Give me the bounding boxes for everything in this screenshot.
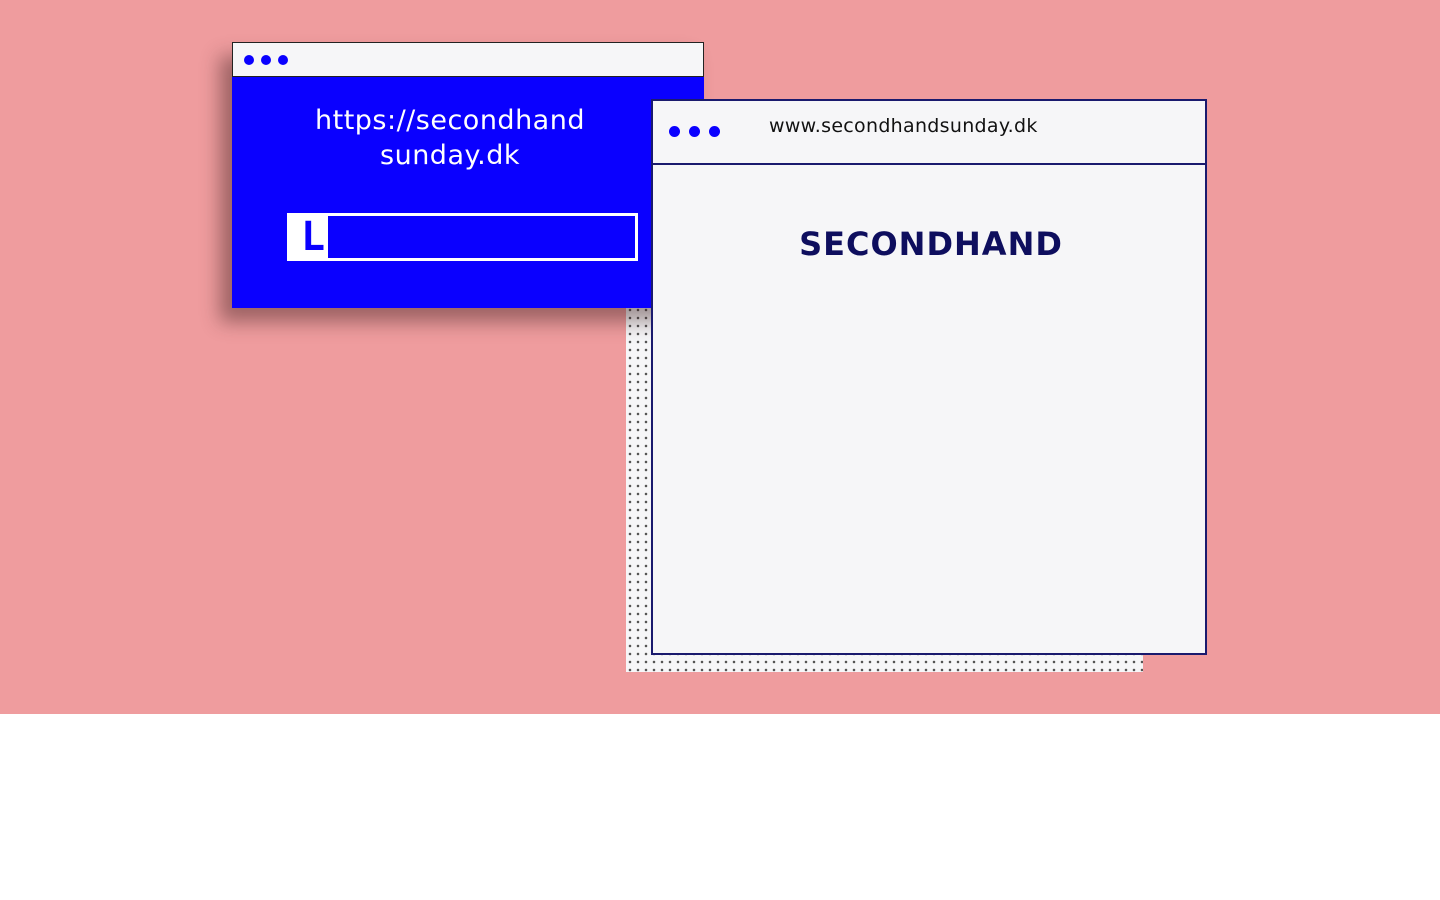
- hero-section: https://secondhand sunday.dk L www.secon…: [0, 0, 1440, 714]
- browser-window: www.secondhandsunday.dk SECONDHAND: [651, 99, 1207, 655]
- dot-icon[interactable]: [278, 55, 288, 65]
- progress-glyph: L: [301, 214, 326, 260]
- loading-window-titlebar: [232, 42, 704, 77]
- window-controls: [669, 126, 720, 137]
- dot-icon[interactable]: [669, 126, 680, 137]
- progress-bar: L: [287, 213, 638, 261]
- address-bar[interactable]: www.secondhandsunday.dk: [769, 115, 1038, 137]
- browser-titlebar: www.secondhandsunday.dk: [653, 101, 1205, 165]
- dot-icon[interactable]: [261, 55, 271, 65]
- page-bottom: [0, 714, 1440, 900]
- dot-icon[interactable]: [689, 126, 700, 137]
- window-controls: [244, 55, 288, 65]
- site-title: SECONDHAND: [799, 225, 1063, 263]
- loading-window: https://secondhand sunday.dk L: [232, 42, 704, 308]
- loading-url-text: https://secondhand sunday.dk: [315, 105, 585, 171]
- dot-icon[interactable]: [244, 55, 254, 65]
- dot-icon[interactable]: [709, 126, 720, 137]
- loading-window-body: https://secondhand sunday.dk L: [232, 77, 704, 308]
